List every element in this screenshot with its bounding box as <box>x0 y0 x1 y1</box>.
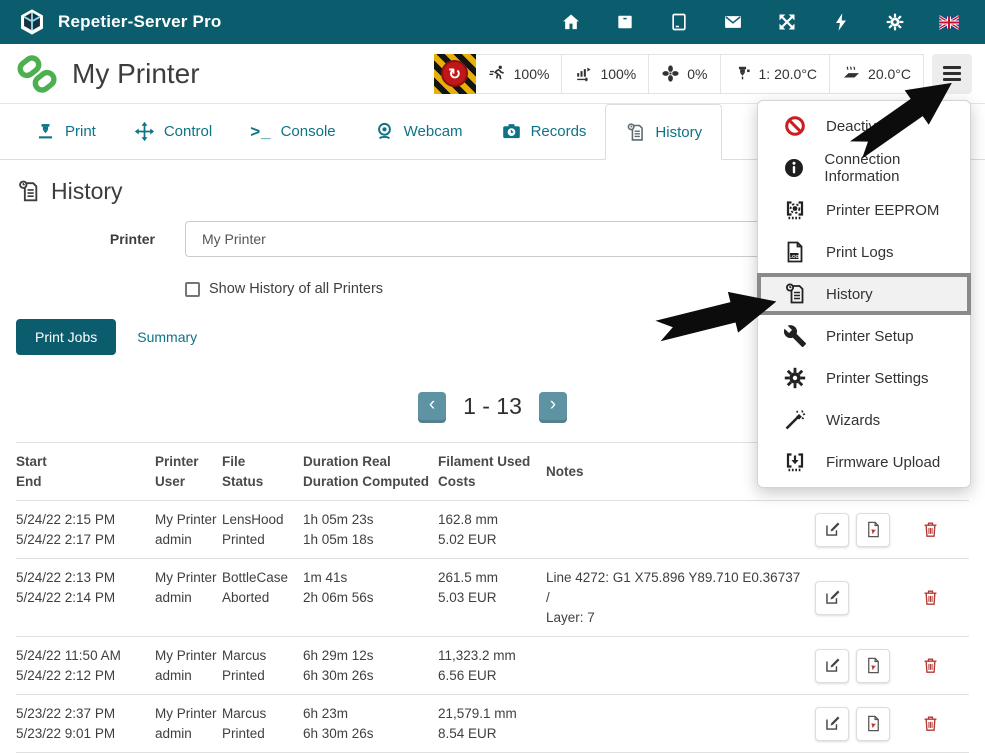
printer-statusbar: ↻ 100% 100% 0% 1: 20.0°C 20.0°C <box>434 54 972 94</box>
pdf-report-button[interactable] <box>856 649 890 683</box>
models-icon[interactable] <box>669 12 689 32</box>
menu-item-history[interactable]: History <box>757 273 971 315</box>
log-file-icon: LOG <box>782 239 808 265</box>
history-tab-icon <box>625 122 646 143</box>
tab-control[interactable]: Control <box>115 104 231 159</box>
svg-text:LOG: LOG <box>789 254 799 259</box>
connected-link-icon <box>16 53 58 95</box>
delete-entry-icon[interactable] <box>921 519 940 540</box>
speed-multiplier-status[interactable]: 100% <box>476 55 562 93</box>
expand-arrows-icon[interactable] <box>777 12 797 32</box>
tab-webcam[interactable]: Webcam <box>355 104 482 159</box>
pdf-report-button[interactable] <box>856 513 890 547</box>
edit-note-button[interactable] <box>815 513 849 547</box>
flow-bars-icon <box>574 64 593 83</box>
repetier-logo-icon <box>18 8 46 36</box>
menu-item-deactivate[interactable]: Deactivate <box>758 105 970 147</box>
edit-note-button[interactable] <box>815 581 849 615</box>
menu-item-printer-setup[interactable]: Printer Setup <box>758 315 970 357</box>
deactivate-icon <box>782 113 808 139</box>
fan-status[interactable]: 0% <box>648 55 719 93</box>
console-tab-icon: >_ <box>250 122 271 142</box>
eeprom-chip-icon <box>782 197 808 223</box>
edit-note-button[interactable] <box>815 707 849 741</box>
extruder-icon <box>733 64 752 83</box>
printer-dropdown-menu: Deactivate Connection Information Printe… <box>757 100 971 488</box>
menu-item-firmware-upload[interactable]: Firmware Upload <box>758 441 970 483</box>
delete-entry-icon[interactable] <box>921 713 940 734</box>
history-menu-icon <box>782 281 808 307</box>
speed-runner-icon <box>488 64 507 83</box>
show-all-printers-checkbox[interactable] <box>185 282 200 297</box>
menu-item-printer-settings[interactable]: Printer Settings <box>758 357 970 399</box>
history-table: StartEnd PrinterUser FileStatus Duration… <box>16 442 969 753</box>
home-icon[interactable] <box>561 12 581 32</box>
pdf-report-button[interactable] <box>856 707 890 741</box>
gear-icon <box>782 365 808 391</box>
emergency-stop-button[interactable]: ↻ <box>434 54 476 94</box>
heated-bed-icon <box>842 64 861 83</box>
delete-entry-icon[interactable] <box>921 587 940 608</box>
wrench-icon <box>782 323 808 349</box>
table-row: 5/24/22 2:13 PM5/24/22 2:14 PM My Printe… <box>16 558 969 636</box>
printer-select-label: Printer <box>16 231 155 247</box>
print-tab-icon <box>35 121 56 142</box>
fan-icon <box>661 64 680 83</box>
flow-multiplier-status[interactable]: 100% <box>561 55 648 93</box>
edit-note-button[interactable] <box>815 649 849 683</box>
print-queue-icon[interactable] <box>615 12 635 32</box>
tab-records[interactable]: Records <box>482 104 606 159</box>
prev-page-button[interactable]: ‹ <box>418 392 446 420</box>
global-settings-icon[interactable] <box>885 12 905 32</box>
table-row: 5/24/22 2:15 PM5/24/22 2:17 PM My Printe… <box>16 500 969 558</box>
printer-header: My Printer ↻ 100% 100% 0% 1: 20.0°C <box>0 44 985 104</box>
tab-print[interactable]: Print <box>16 104 115 159</box>
language-flag-icon[interactable] <box>939 12 959 32</box>
control-tab-icon <box>134 121 155 142</box>
magic-wand-icon <box>782 407 808 433</box>
menu-item-connection-information[interactable]: Connection Information <box>758 147 970 189</box>
history-heading-icon <box>16 179 41 204</box>
print-jobs-button[interactable]: Print Jobs <box>16 319 116 355</box>
app-title: Repetier-Server Pro <box>58 12 221 32</box>
bed-temp-status[interactable]: 20.0°C <box>829 55 923 93</box>
next-page-button[interactable]: › <box>539 392 567 420</box>
delete-entry-icon[interactable] <box>921 655 940 676</box>
printer-title: My Printer <box>72 58 200 90</box>
summary-link[interactable]: Summary <box>137 329 197 345</box>
power-bolt-icon[interactable] <box>831 12 851 32</box>
show-all-printers-label: Show History of all Printers <box>209 281 383 297</box>
menu-item-print-logs[interactable]: LOG Print Logs <box>758 231 970 273</box>
messages-icon[interactable] <box>723 12 743 32</box>
top-navbar: Repetier-Server Pro <box>0 0 985 44</box>
emergency-stop-icon: ↻ <box>441 60 468 87</box>
menu-item-printer-eeprom[interactable]: Printer EEPROM <box>758 189 970 231</box>
table-row: 5/24/22 11:50 AM5/24/22 2:12 PM My Print… <box>16 636 969 694</box>
firmware-upload-icon <box>782 449 808 475</box>
tab-history[interactable]: History <box>605 104 722 160</box>
printer-menu-button[interactable] <box>932 54 972 94</box>
extruder-temp-status[interactable]: 1: 20.0°C <box>720 55 830 93</box>
info-icon <box>782 155 806 181</box>
webcam-tab-icon <box>374 121 395 142</box>
tab-console[interactable]: >_ Console <box>231 104 354 159</box>
records-tab-icon <box>501 121 522 142</box>
table-row: 5/23/22 2:37 PM5/23/22 9:01 PM My Printe… <box>16 694 969 753</box>
page-range: 1 - 13 <box>463 393 522 420</box>
menu-item-wizards[interactable]: Wizards <box>758 399 970 441</box>
